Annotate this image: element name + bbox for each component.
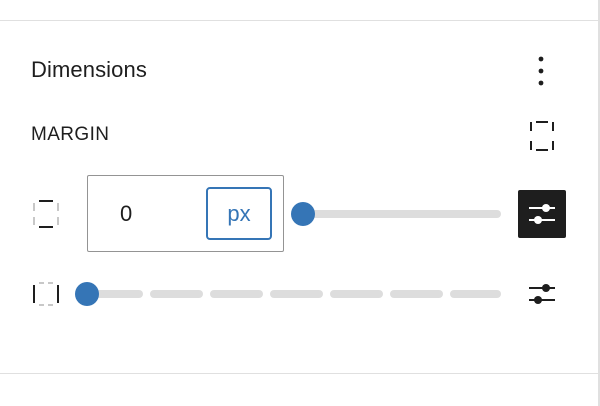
settings-sliders-icon [529,204,555,224]
link-sides-button[interactable] [524,118,560,154]
unit-select[interactable]: px [206,187,272,240]
custom-value-toggle[interactable] [518,270,566,318]
custom-value-toggle-active[interactable] [518,190,566,238]
side-top-bottom-icon [29,197,63,231]
more-vertical-icon [538,56,544,86]
preset-steps-track[interactable] [87,290,501,298]
margin-value-input[interactable] [88,176,198,251]
options-button[interactable] [526,52,556,90]
margin-slider-thumb[interactable] [291,202,315,226]
preset-step[interactable] [450,290,501,298]
preset-step[interactable] [330,290,383,298]
side-left-right-icon [29,277,63,311]
preset-step[interactable] [210,290,263,298]
preset-step[interactable] [390,290,443,298]
link-sides-icon [530,121,554,151]
preset-step[interactable] [270,290,323,298]
panel-title: Dimensions [31,57,147,82]
preset-step[interactable] [150,290,203,298]
preset-steps-thumb[interactable] [75,282,99,306]
bottom-divider [0,373,598,374]
top-divider [0,20,598,21]
margin-label: MARGIN [31,124,110,145]
margin-slider-track[interactable] [303,210,501,218]
settings-sliders-icon [529,284,555,304]
margin-unit-control: px [87,175,284,252]
